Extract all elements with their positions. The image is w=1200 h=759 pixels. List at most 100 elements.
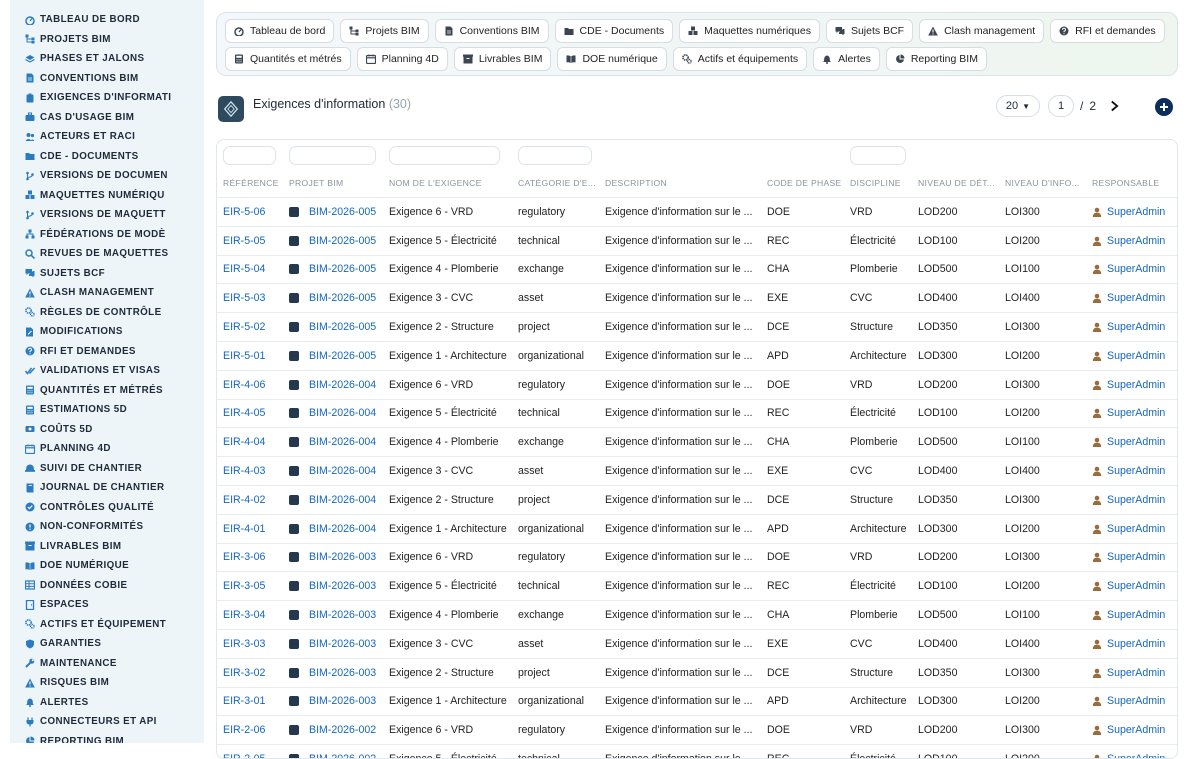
owner-link[interactable]: SuperAdmin (1092, 235, 1177, 247)
owner-link[interactable]: SuperAdmin (1092, 667, 1177, 679)
sidebar-item-federations-de-mode[interactable]: FÉDÉRATIONS DE MODÈ (10, 225, 204, 245)
reference-link[interactable]: EIR-4-06 (223, 379, 265, 391)
table-row[interactable]: EIR-3-02 BIM-2026-003 Exigence 2 - Structu… (217, 657, 1177, 688)
sidebar-item-validations-et-visas[interactable]: VALIDATIONS ET VISAS (10, 361, 204, 381)
table-row[interactable]: EIR-5-05 BIM-2026-005 Exigence 5 - Électri… (217, 225, 1177, 256)
filter-reference-input[interactable] (223, 146, 276, 165)
filter-name-input[interactable] (389, 146, 500, 165)
quick-nav-projets-bim-button[interactable]: Projets BIM (340, 19, 429, 43)
sidebar-item-acteurs-et-raci[interactable]: ACTEURS ET RACI (10, 127, 204, 147)
table-row[interactable]: EIR-4-06 BIM-2026-004 Exigence 6 - VRD regu… (217, 369, 1177, 400)
reference-link[interactable]: EIR-3-02 (223, 667, 265, 679)
reference-link[interactable]: EIR-5-03 (223, 292, 265, 304)
sidebar-item-donnees-cobie[interactable]: DONNÉES COBIE (10, 576, 204, 596)
sidebar-item-sujets-bcf[interactable]: SUJETS BCF (10, 264, 204, 284)
table-row[interactable]: EIR-3-01 BIM-2026-003 Exigence 1 - Archite… (217, 686, 1177, 716)
quick-nav-planning-4d-button[interactable]: Planning 4D (356, 47, 448, 71)
sidebar-item-controles-qualite[interactable]: CONTRÔLES QUALITÉ (10, 498, 204, 518)
sidebar-item-planning-4d[interactable]: PLANNING 4D (10, 439, 204, 459)
owner-link[interactable]: SuperAdmin (1092, 638, 1177, 650)
sidebar-item-modifications[interactable]: MODIFICATIONS (10, 322, 204, 342)
reference-link[interactable]: EIR-3-04 (223, 609, 265, 621)
owner-link[interactable]: SuperAdmin (1092, 350, 1177, 362)
reference-link[interactable]: EIR-3-06 (223, 551, 265, 563)
project-link[interactable]: BIM-2026-003 (309, 551, 376, 563)
sidebar-item-exigences-d-informati[interactable]: EXIGENCES D'INFORMATI (10, 88, 204, 108)
table-row[interactable]: EIR-5-06 BIM-2026-005 Exigence 6 - VRD regu… (217, 197, 1177, 227)
sidebar-item-phases-et-jalons[interactable]: PHASES ET JALONS (10, 49, 204, 69)
sidebar-item-maquettes-numeriqu[interactable]: MAQUETTES NUMÉRIQU (10, 186, 204, 206)
reference-link[interactable]: EIR-5-06 (223, 206, 265, 218)
sidebar-item-cde-documents[interactable]: CDE - DOCUMENTS (10, 147, 204, 167)
table-row[interactable]: EIR-2-05 BIM-2026-002 Exigence 5 - Électri… (217, 744, 1177, 758)
table-row[interactable]: EIR-3-03 BIM-2026-003 Exigence 3 - CVC asse… (217, 628, 1177, 659)
sidebar-item-journal-de-chantier[interactable]: JOURNAL DE CHANTIER (10, 478, 204, 498)
table-row[interactable]: EIR-4-01 BIM-2026-004 Exigence 1 - Archite… (217, 513, 1177, 544)
table-row[interactable]: EIR-5-03 BIM-2026-005 Exigence 3 - CVC asse… (217, 283, 1177, 313)
sidebar-item-couts-5d[interactable]: COÛTS 5D (10, 420, 204, 440)
reference-link[interactable]: EIR-4-01 (223, 523, 265, 535)
owner-link[interactable]: SuperAdmin (1092, 551, 1177, 563)
sidebar-item-livrables-bim[interactable]: LIVRABLES BIM (10, 537, 204, 557)
project-link[interactable]: BIM-2026-003 (309, 695, 376, 707)
project-link[interactable]: BIM-2026-004 (309, 379, 376, 391)
reference-link[interactable]: EIR-5-01 (223, 350, 265, 362)
quick-nav-tableau-de-bord-button[interactable]: Tableau de bord (225, 19, 335, 43)
sidebar-item-revues-de-maquettes[interactable]: REVUES DE MAQUETTES (10, 244, 204, 264)
quick-nav-alertes-button[interactable]: Alertes (813, 47, 880, 71)
owner-link[interactable]: SuperAdmin (1092, 436, 1177, 448)
sidebar-item-conventions-bim[interactable]: CONVENTIONS BIM (10, 69, 204, 89)
sidebar-item-regles-de-controle[interactable]: RÈGLES DE CONTRÔLE (10, 303, 204, 323)
owner-link[interactable]: SuperAdmin (1092, 580, 1177, 592)
sidebar-item-quantites-et-metres[interactable]: QUANTITÉS ET MÉTRÉS (10, 381, 204, 401)
sidebar-item-clash-management[interactable]: CLASH MANAGEMENT (10, 283, 204, 303)
column-header-reference[interactable]: RÉFÉRENCE (217, 169, 283, 198)
table-row[interactable]: EIR-5-01 BIM-2026-005 Exigence 1 - Archite… (217, 340, 1177, 371)
sidebar-item-reporting-bim[interactable]: REPORTING BIM (10, 732, 204, 743)
sidebar-item-actifs-et-equipement[interactable]: ACTIFS ET ÉQUIPEMENT (10, 615, 204, 635)
table-row[interactable]: EIR-5-02 BIM-2026-005 Exigence 2 - Structu… (217, 312, 1177, 342)
sidebar-item-doe-numerique[interactable]: DOE NUMÉRIQUE (10, 556, 204, 576)
quick-nav-reporting-bim-button[interactable]: Reporting BIM (885, 47, 987, 71)
owner-link[interactable]: SuperAdmin (1092, 321, 1177, 333)
reference-link[interactable]: EIR-3-01 (223, 695, 265, 707)
owner-link[interactable]: SuperAdmin (1092, 465, 1177, 477)
column-header-niveau-d-info[interactable]: NIVEAU D'INFO... (999, 169, 1086, 198)
sidebar-item-maintenance[interactable]: MAINTENANCE (10, 654, 204, 674)
quick-nav-sujets-bcf-button[interactable]: Sujets BCF (825, 19, 914, 43)
project-link[interactable]: BIM-2026-005 (309, 206, 376, 218)
reference-link[interactable]: EIR-3-03 (223, 638, 265, 650)
sidebar-item-suivi-de-chantier[interactable]: SUIVI DE CHANTIER (10, 459, 204, 479)
quick-nav-cde-documents-button[interactable]: CDE - Documents (554, 19, 674, 43)
owner-link[interactable]: SuperAdmin (1092, 206, 1177, 218)
quick-nav-maquettes-numeriques-button[interactable]: Maquettes numériques (679, 19, 820, 43)
project-link[interactable]: BIM-2026-005 (309, 350, 376, 362)
project-link[interactable]: BIM-2026-005 (309, 292, 376, 304)
page-number-input[interactable]: 1 (1048, 95, 1074, 117)
owner-link[interactable]: SuperAdmin (1092, 695, 1177, 707)
project-link[interactable]: BIM-2026-002 (309, 753, 376, 758)
project-link[interactable]: BIM-2026-004 (309, 523, 376, 535)
column-header-categorie-d-e[interactable]: CATÉGORIE D'E... (512, 169, 599, 198)
project-link[interactable]: BIM-2026-004 (309, 465, 376, 477)
owner-link[interactable]: SuperAdmin (1092, 379, 1177, 391)
reference-link[interactable]: EIR-2-05 (223, 753, 265, 758)
reference-link[interactable]: EIR-2-06 (223, 724, 265, 736)
filter-project-input[interactable] (289, 146, 376, 165)
project-link[interactable]: BIM-2026-003 (309, 580, 376, 592)
reference-link[interactable]: EIR-5-05 (223, 235, 265, 247)
column-header-nom-de-l-exigence[interactable]: NOM DE L'EXIGENCE (383, 169, 512, 198)
reference-link[interactable]: EIR-3-05 (223, 580, 265, 592)
table-row[interactable]: EIR-5-04 BIM-2026-005 Exigence 4 - Plomber… (217, 254, 1177, 284)
table-row[interactable]: EIR-4-05 BIM-2026-004 Exigence 5 - Électri… (217, 398, 1177, 428)
quick-nav-livrables-bim-button[interactable]: Livrables BIM (453, 47, 552, 71)
column-header-responsable[interactable]: RESPONSABLE (1086, 169, 1177, 198)
quick-nav-doe-numerique-button[interactable]: DOE numérique (557, 47, 667, 71)
table-row[interactable]: EIR-3-06 BIM-2026-003 Exigence 6 - VRD regu… (217, 542, 1177, 572)
reference-link[interactable]: EIR-5-02 (223, 321, 265, 333)
sidebar-item-cas-d-usage-bim[interactable]: CAS D'USAGE BIM (10, 108, 204, 128)
sidebar-item-alertes[interactable]: ALERTES (10, 693, 204, 713)
reference-link[interactable]: EIR-4-03 (223, 465, 265, 477)
table-row[interactable]: EIR-4-02 BIM-2026-004 Exigence 2 - Structu… (217, 484, 1177, 515)
sidebar-item-risques-bim[interactable]: RISQUES BIM (10, 673, 204, 693)
